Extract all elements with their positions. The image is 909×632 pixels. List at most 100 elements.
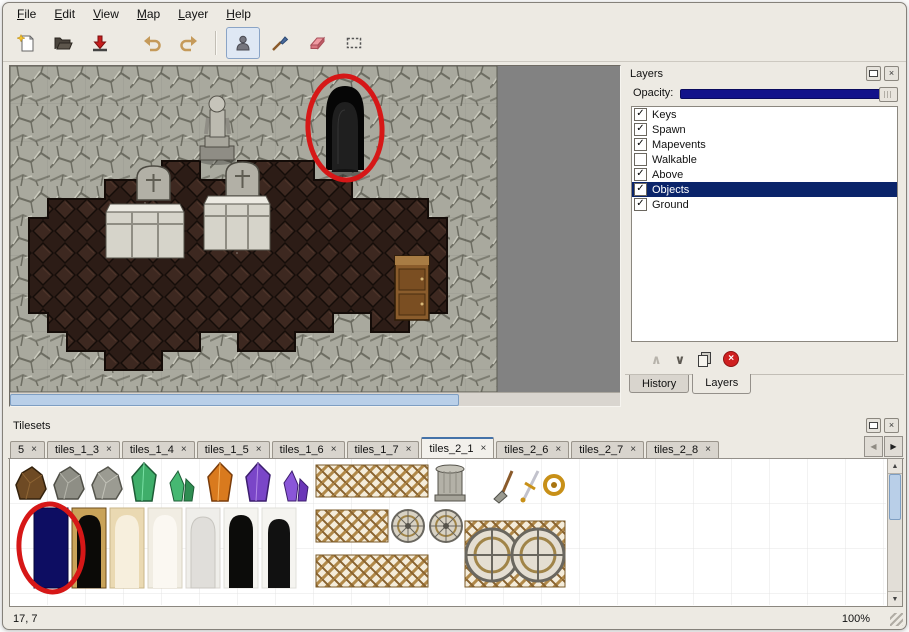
tileset-tab-8[interactable]: tiles_2_7 × [571,441,644,458]
layers-dock-float-button[interactable] [866,66,881,81]
tab-label: tiles_1_3 [55,444,99,456]
tile-black-arch[interactable] [262,508,296,588]
tileset-tab-7[interactable]: tiles_2_6 × [496,441,569,458]
map-hscroll-handle[interactable] [10,394,459,406]
duplicate-layer-button[interactable] [698,352,710,366]
tileset-vertical-scrollbar[interactable]: ▲ ▼ [887,459,902,606]
tileset-tab-9[interactable]: tiles_2_8 × [646,441,719,458]
menu-bar: File Edit View Map Layer Help [3,3,906,25]
layer-row-keys[interactable]: ✓ Keys [632,107,897,122]
tab-close-icon[interactable]: × [480,444,486,454]
new-map-button[interactable] [9,27,43,59]
layers-dock-title: Layers [630,68,863,80]
delete-layer-button[interactable]: × [723,351,739,367]
gravestone-1 [137,166,170,200]
tile-wood-lattice[interactable] [316,465,428,497]
menu-help[interactable]: Help [217,4,260,24]
layer-label: Walkable [652,154,697,166]
place-object-tool-button[interactable] [226,27,260,59]
tab-history[interactable]: History [629,375,689,393]
tab-label: tiles_1_5 [205,444,249,456]
tilesets-dock-close-button[interactable]: × [884,418,899,433]
tileset-tab-3[interactable]: tiles_1_5 × [197,441,270,458]
undo-icon [142,33,162,53]
tab-close-icon[interactable]: × [406,445,412,455]
raise-layer-button[interactable]: ∧ [651,353,662,366]
scroll-down-button[interactable]: ▼ [888,591,902,606]
layers-dock-close-button[interactable]: × [884,66,899,81]
tileset-tab-5[interactable]: tiles_1_7 × [347,441,420,458]
rect-select-tool-button[interactable] [337,27,371,59]
layer-row-walkable[interactable]: Walkable [632,152,897,167]
stone-tomb-2 [204,196,270,250]
open-folder-icon [53,33,73,53]
lower-layer-button[interactable]: ∨ [675,353,686,366]
save-button[interactable] [83,27,117,59]
tile-sand-doorway[interactable] [110,508,144,588]
tilesets-dock-float-button[interactable] [866,418,881,433]
menu-file[interactable]: File [8,4,45,24]
tile-wood-lattice[interactable] [316,555,428,587]
layer-checkbox[interactable]: ✓ [634,138,647,151]
tile-black-arch[interactable] [224,508,258,588]
map-canvas[interactable] [9,65,621,407]
tile-light-doorway[interactable] [148,508,182,588]
layers-dock: Layers × Opacity: ✓ Keys ✓ Spawn ✓ Mapev… [625,65,904,415]
tile-wheel-structures[interactable] [465,521,565,587]
tab-close-icon[interactable]: × [181,445,187,455]
tab-scroll-right-button[interactable]: ▶ [884,436,903,457]
tileset-tab-6[interactable]: tiles_2_1 × [421,437,494,458]
tileset-vscroll-handle[interactable] [889,474,901,520]
layer-checkbox[interactable]: ✓ [634,198,647,211]
tab-close-icon[interactable]: × [31,445,37,455]
scroll-up-button[interactable]: ▲ [888,459,902,474]
map-horizontal-scrollbar[interactable] [10,392,620,406]
menu-view[interactable]: View [84,4,128,24]
tile-wagon-wheel[interactable] [392,510,424,542]
layer-row-ground[interactable]: ✓ Ground [632,197,897,212]
tileset-view[interactable]: ▲ ▼ [9,459,903,607]
layer-checkbox[interactable]: ✓ [634,183,647,196]
tileset-tab-0[interactable]: 5 × [10,441,45,458]
tile-dark-blue[interactable] [34,508,68,588]
undo-button[interactable] [135,27,169,59]
tab-close-icon[interactable]: × [555,445,561,455]
redo-button[interactable] [172,27,206,59]
layer-row-mapevents[interactable]: ✓ Mapevents [632,137,897,152]
resize-grip[interactable] [890,613,903,626]
tile-wagon-wheel[interactable] [430,510,462,542]
tileset-tab-1[interactable]: tiles_1_3 × [47,441,120,458]
tab-layers[interactable]: Layers [692,374,751,394]
layer-label: Spawn [652,124,686,136]
tileset-tab-2[interactable]: tiles_1_4 × [122,441,195,458]
tab-close-icon[interactable]: × [705,445,711,455]
menu-layer[interactable]: Layer [169,4,217,24]
tab-close-icon[interactable]: × [331,445,337,455]
paint-tool-button[interactable] [263,27,297,59]
layer-row-above[interactable]: ✓ Above [632,167,897,182]
tile-white-doorway[interactable] [186,508,220,588]
tab-close-icon[interactable]: × [106,445,112,455]
tileset-tab-4[interactable]: tiles_1_6 × [272,441,345,458]
tile-wood-lattice[interactable] [316,510,388,542]
opacity-slider-handle[interactable] [879,87,898,102]
layer-row-spawn[interactable]: ✓ Spawn [632,122,897,137]
menu-edit[interactable]: Edit [45,4,84,24]
open-button[interactable] [46,27,80,59]
float-icon [869,422,878,429]
layer-row-objects[interactable]: ✓ Objects [632,182,897,197]
menu-map[interactable]: Map [128,4,169,24]
layer-checkbox[interactable] [634,153,647,166]
tileset-render [10,459,886,605]
tab-scroll-left-button[interactable]: ◀ [864,436,883,457]
tab-close-icon[interactable]: × [256,445,262,455]
eraser-tool-button[interactable] [300,27,334,59]
layer-checkbox[interactable]: ✓ [634,168,647,181]
opacity-row: Opacity: [625,82,904,104]
tab-close-icon[interactable]: × [630,445,636,455]
opacity-slider[interactable] [680,87,898,100]
tile-stone-column[interactable] [435,465,465,501]
layer-checkbox[interactable]: ✓ [634,108,647,121]
hooded-figure [326,86,364,177]
layer-checkbox[interactable]: ✓ [634,123,647,136]
